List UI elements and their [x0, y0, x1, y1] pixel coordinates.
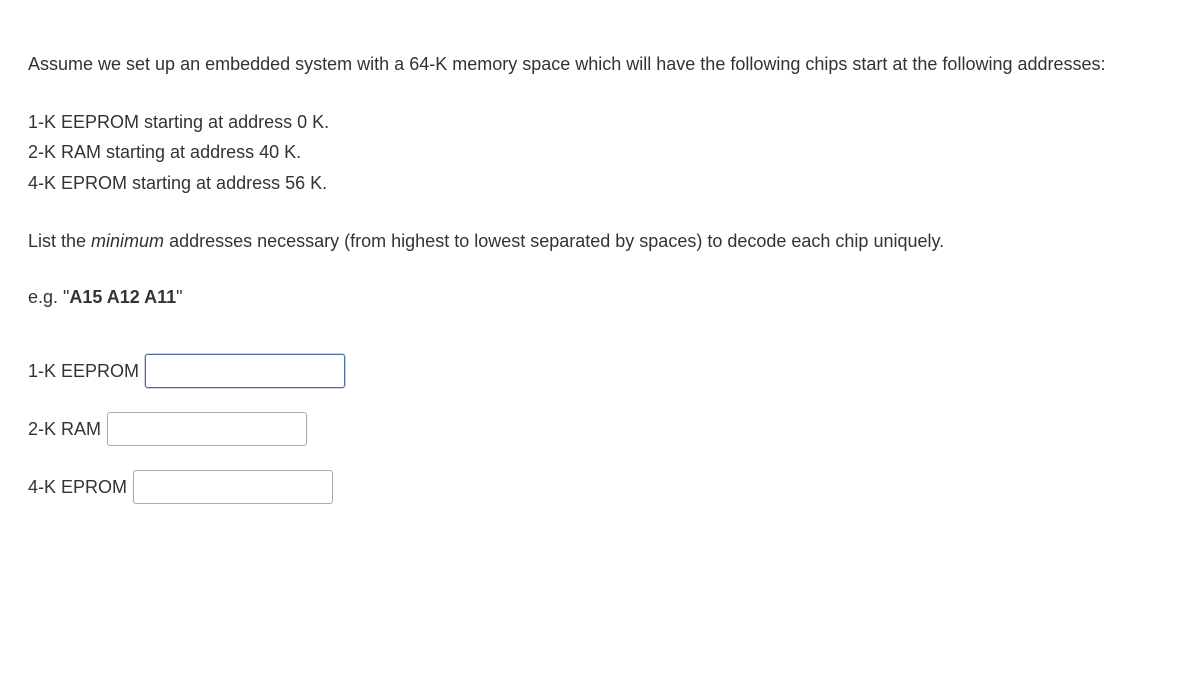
answer-input-eeprom[interactable] — [145, 354, 345, 388]
intro-text: Assume we set up an embedded system with… — [28, 50, 1172, 79]
example-text: e.g. "A15 A12 A11" — [28, 283, 1172, 312]
answer-label-eprom: 4-K EPROM — [28, 473, 127, 502]
chip-item: 1-K EEPROM starting at address 0 K. — [28, 107, 1172, 138]
answer-row-eeprom: 1-K EEPROM — [28, 354, 1172, 388]
answer-label-eeprom: 1-K EEPROM — [28, 357, 139, 386]
instruction-text: List the minimum addresses necessary (fr… — [28, 227, 1172, 256]
chip-item: 4-K EPROM starting at address 56 K. — [28, 168, 1172, 199]
answer-input-ram[interactable] — [107, 412, 307, 446]
example-bold: A15 A12 A11 — [69, 287, 176, 307]
instruction-post: addresses necessary (from highest to low… — [164, 231, 944, 251]
answer-label-ram: 2-K RAM — [28, 415, 101, 444]
answer-row-ram: 2-K RAM — [28, 412, 1172, 446]
answer-input-eprom[interactable] — [133, 470, 333, 504]
example-pre: e.g. " — [28, 287, 69, 307]
instruction-emphasis: minimum — [91, 231, 164, 251]
answer-row-eprom: 4-K EPROM — [28, 470, 1172, 504]
chip-item: 2-K RAM starting at address 40 K. — [28, 137, 1172, 168]
instruction-pre: List the — [28, 231, 91, 251]
example-post: " — [176, 287, 182, 307]
chip-list: 1-K EEPROM starting at address 0 K. 2-K … — [28, 107, 1172, 199]
